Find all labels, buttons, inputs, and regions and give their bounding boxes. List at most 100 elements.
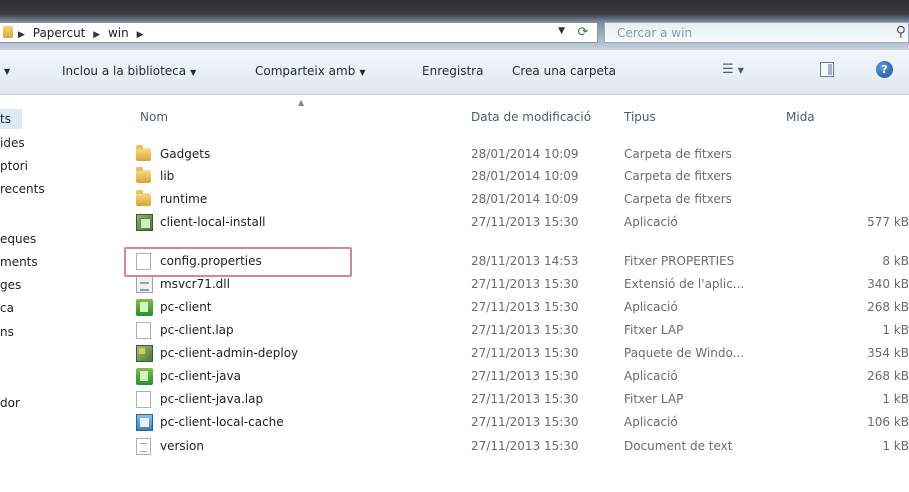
file-name: pc-client xyxy=(160,300,212,314)
file-type: Document de text xyxy=(624,439,733,453)
chevron-down-icon[interactable]: ▼ xyxy=(558,26,565,36)
file-type: Aplicació xyxy=(624,300,678,314)
dll-icon xyxy=(136,276,153,293)
file-row[interactable]: lib 28/01/2014 10:09 Carpeta de fitxers xyxy=(120,166,909,188)
file-type: Extensió de l'aplic... xyxy=(624,277,745,291)
file-name: lib xyxy=(160,169,175,183)
file-date: 28/01/2014 10:09 xyxy=(471,147,579,161)
pc-client-icon xyxy=(136,368,153,385)
change-view-icon[interactable]: ☰ ▼ xyxy=(722,62,744,77)
file-size: 1 kB xyxy=(882,323,909,337)
file-type: Fitxer LAP xyxy=(624,323,684,337)
file-date: 27/11/2013 15:30 xyxy=(471,346,579,360)
file-name: pc-client-local-cache xyxy=(160,415,284,429)
file-date: 28/01/2014 10:09 xyxy=(471,169,579,183)
file-name: pc-client-java.lap xyxy=(160,392,264,406)
preview-pane-icon[interactable] xyxy=(820,62,834,77)
column-header-name[interactable]: Nom xyxy=(140,110,168,124)
chevron-down-icon: ▼ xyxy=(359,68,366,77)
file-row[interactable]: pc-client-local-cache 27/11/2013 15:30 A… xyxy=(120,412,909,434)
file-row[interactable]: msvcr71.dll 27/11/2013 15:30 Extensió de… xyxy=(120,274,909,296)
nav-item[interactable]: dor xyxy=(0,393,20,413)
file-row[interactable]: pc-client.lap 27/11/2013 15:30 Fitxer LA… xyxy=(120,320,909,342)
nav-item[interactable]: recents xyxy=(0,179,45,199)
include-library-label: Inclou a la biblioteca xyxy=(62,64,187,78)
file-name: pc-client.lap xyxy=(160,323,234,337)
file-type: Aplicació xyxy=(624,415,678,429)
file-date: 27/11/2013 15:30 xyxy=(471,415,579,429)
file-row[interactable]: Gadgets 28/01/2014 10:09 Carpeta de fitx… xyxy=(120,144,909,166)
nav-item[interactable]: ts xyxy=(0,109,11,129)
breadcrumb: ▶ Papercut ▶ win ▶ xyxy=(18,26,147,40)
breadcrumb-papercut[interactable]: Papercut xyxy=(33,26,86,40)
file-date: 27/11/2013 15:30 xyxy=(471,439,579,453)
new-folder-button[interactable]: Crea una carpeta xyxy=(512,64,616,78)
file-row[interactable]: pc-client-java.lap 27/11/2013 15:30 Fitx… xyxy=(120,389,909,411)
search-box[interactable]: Cercar a win ⚲ xyxy=(604,22,909,43)
file-size: 1 kB xyxy=(882,392,909,406)
nav-item[interactable]: ments xyxy=(0,252,38,272)
file-size: 268 kB xyxy=(867,300,909,314)
cache-app-icon xyxy=(136,414,153,431)
file-name: msvcr71.dll xyxy=(160,277,230,291)
file-name: client-local-install xyxy=(160,215,266,229)
file-date: 27/11/2013 15:30 xyxy=(471,215,579,229)
file-type: Aplicació xyxy=(624,369,678,383)
nav-item[interactable]: ges xyxy=(0,275,21,295)
navigation-pane: ts ides ptori recents eques ments ges ca… xyxy=(0,95,118,492)
help-icon[interactable]: ? xyxy=(876,61,893,78)
file-row[interactable]: pc-client 27/11/2013 15:30 Aplicació 268… xyxy=(120,297,909,319)
organize-arrow-icon[interactable]: ▼ xyxy=(4,67,10,76)
file-date: 27/11/2013 15:30 xyxy=(471,300,579,314)
file-name: Gadgets xyxy=(160,147,211,161)
nav-item[interactable]: ca xyxy=(0,298,14,318)
file-type: Fitxer PROPERTIES xyxy=(624,254,735,268)
chevron-right-icon[interactable]: ▶ xyxy=(93,30,100,40)
chevron-down-icon: ▼ xyxy=(190,68,197,77)
folder-icon xyxy=(3,26,13,38)
file-size: 340 kB xyxy=(867,277,909,291)
nav-item[interactable]: ptori xyxy=(0,156,28,176)
file-size: 1 kB xyxy=(882,439,909,453)
burn-button[interactable]: Enregistra xyxy=(422,64,483,78)
file-date: 28/01/2014 10:09 xyxy=(471,192,579,206)
chevron-right-icon[interactable]: ▶ xyxy=(18,30,25,40)
file-size: 8 kB xyxy=(882,254,909,268)
file-type: Carpeta de fitxers xyxy=(624,169,732,183)
file-type: Paquete de Windo... xyxy=(624,346,745,360)
folder-icon xyxy=(136,190,151,206)
file-size: 577 kB xyxy=(867,215,909,229)
text-document-icon xyxy=(136,438,151,455)
chevron-right-icon[interactable]: ▶ xyxy=(137,30,144,40)
file-size: 354 kB xyxy=(867,346,909,360)
nav-item[interactable]: eques xyxy=(0,229,36,249)
file-row[interactable]: version 27/11/2013 15:30 Document de tex… xyxy=(120,436,909,458)
file-date: 28/11/2013 14:53 xyxy=(471,254,579,268)
file-type: Carpeta de fitxers xyxy=(624,192,732,206)
file-name: pc-client-java xyxy=(160,369,241,383)
search-icon[interactable]: ⚲ xyxy=(896,24,906,40)
file-row[interactable]: runtime 28/01/2014 10:09 Carpeta de fitx… xyxy=(120,189,909,211)
file-date: 27/11/2013 15:30 xyxy=(471,323,579,337)
file-row[interactable]: pc-client-admin-deploy 27/11/2013 15:30 … xyxy=(120,343,909,365)
refresh-icon[interactable]: ⟳ xyxy=(573,24,593,41)
file-row[interactable]: client-local-install 27/11/2013 15:30 Ap… xyxy=(120,212,909,234)
nav-item[interactable]: ides xyxy=(0,133,25,153)
nav-item[interactable]: ns xyxy=(0,322,14,342)
file-name: version xyxy=(160,439,204,453)
column-header-size[interactable]: Mida xyxy=(786,110,815,124)
file-type: Carpeta de fitxers xyxy=(624,147,732,161)
sort-arrow-icon: ▲ xyxy=(298,98,305,107)
column-header-modified[interactable]: Data de modificació xyxy=(471,110,591,124)
file-row[interactable]: pc-client-java 27/11/2013 15:30 Aplicaci… xyxy=(120,366,909,388)
breadcrumb-win[interactable]: win xyxy=(108,26,129,40)
file-size: 268 kB xyxy=(867,369,909,383)
folder-icon xyxy=(136,145,151,161)
title-bar: ▶ Papercut ▶ win ▶ ▼ ⟳ Cercar a win ⚲ xyxy=(0,0,909,50)
include-library-button[interactable]: Inclou a la biblioteca ▼ xyxy=(62,64,196,78)
column-header-type[interactable]: Tipus xyxy=(624,110,656,124)
application-icon xyxy=(136,214,153,231)
share-with-button[interactable]: Comparteix amb ▼ xyxy=(255,64,365,78)
search-input[interactable]: Cercar a win xyxy=(617,26,692,40)
address-bar[interactable]: ▶ Papercut ▶ win ▶ ▼ ⟳ xyxy=(0,22,598,43)
